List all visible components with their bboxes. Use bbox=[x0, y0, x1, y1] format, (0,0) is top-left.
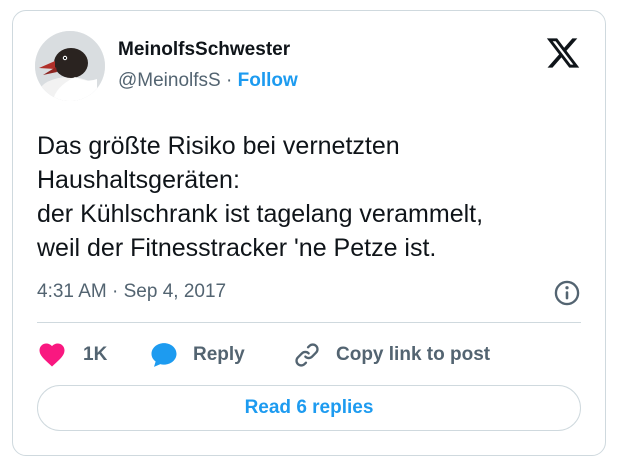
tweet-time: 4:31 AM bbox=[37, 281, 107, 302]
divider bbox=[37, 322, 581, 323]
info-icon[interactable] bbox=[553, 279, 581, 307]
tweet-line: Das größte Risiko bei vernetzten bbox=[37, 132, 400, 160]
follow-button[interactable]: Follow bbox=[238, 70, 298, 91]
tweet-line: weil der Fitnesstracker 'ne Petze ist. bbox=[37, 234, 437, 262]
speech-bubble-icon bbox=[151, 343, 177, 367]
tweet-text: Das größte Risiko bei vernetzten Haushal… bbox=[37, 129, 587, 265]
author-handle[interactable]: @MeinolfsS bbox=[118, 70, 221, 91]
reply-label: Reply bbox=[193, 344, 245, 365]
heart-icon bbox=[39, 343, 65, 367]
link-icon bbox=[295, 343, 319, 367]
copy-link-button[interactable]: Copy link to post bbox=[293, 337, 490, 373]
read-replies-button[interactable]: Read 6 replies bbox=[37, 385, 581, 431]
author-name[interactable]: MeinolfsSchwester bbox=[118, 39, 290, 61]
avatar[interactable] bbox=[35, 31, 105, 101]
reply-button[interactable]: Reply bbox=[149, 337, 245, 373]
like-count: 1K bbox=[83, 344, 108, 365]
author-handle-row: @MeinolfsS · Follow bbox=[118, 70, 298, 92]
timestamp-separator: · bbox=[112, 281, 119, 302]
tweet-line: Haushaltsgeräten: bbox=[37, 166, 240, 194]
gull-avatar-image bbox=[35, 31, 105, 101]
handle-separator: · bbox=[226, 70, 233, 91]
tweet-date: Sep 4, 2017 bbox=[123, 281, 227, 302]
tweet-line: der Kühlschrank ist tagelang verammelt, bbox=[37, 200, 484, 228]
tweet-card: MeinolfsSchwester @MeinolfsS · Follow Da… bbox=[12, 10, 606, 456]
like-button[interactable]: 1K bbox=[37, 337, 107, 373]
copy-link-label: Copy link to post bbox=[336, 344, 491, 365]
tweet-timestamp[interactable]: 4:31 AM · Sep 4, 2017 bbox=[37, 281, 226, 303]
x-logo-icon[interactable] bbox=[545, 35, 581, 71]
